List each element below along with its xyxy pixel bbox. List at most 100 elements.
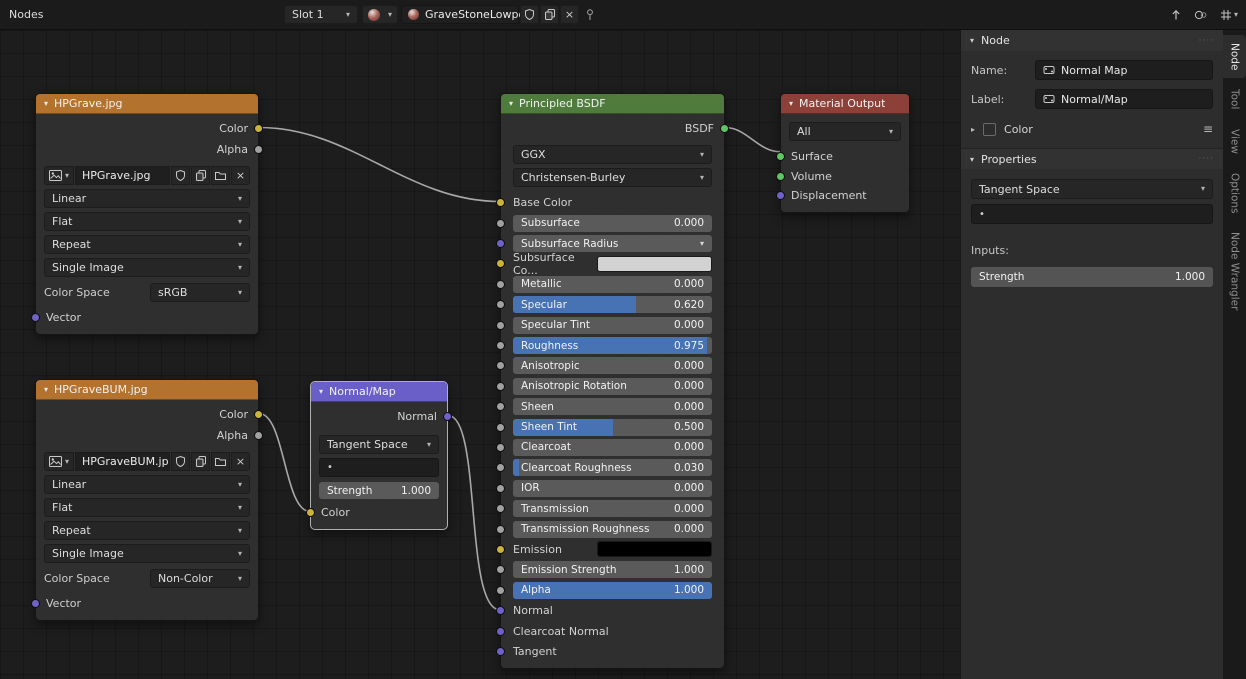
node-image-texture-hpgrave[interactable]: ▾ HPGrave.jpg Color Alpha ▾ HPGrave.jpg …: [31, 93, 263, 335]
collapse-icon[interactable]: ▾: [319, 387, 323, 396]
uv-map-field[interactable]: •: [319, 458, 439, 477]
open-image-button[interactable]: [211, 166, 230, 185]
collapse-icon[interactable]: ▾: [509, 99, 513, 108]
color-space-select[interactable]: sRGB ▾: [150, 283, 250, 302]
interpolation-select[interactable]: Linear ▾: [44, 475, 250, 494]
image-browser-button[interactable]: ▾: [44, 452, 74, 471]
slider-anisotropic-rotation[interactable]: Anisotropic Rotation 0.000: [513, 377, 712, 395]
metallic-input-socket[interactable]: [496, 279, 505, 289]
node-header[interactable]: ▾ HPGrave.jpg: [36, 94, 258, 114]
emission-input-socket[interactable]: [496, 544, 505, 554]
emission-strength-input-socket[interactable]: [496, 565, 505, 575]
uv-map-field-sidebar[interactable]: •: [971, 204, 1213, 224]
sidebar-tab-node[interactable]: Node: [1223, 35, 1246, 79]
unlink-image-button[interactable]: ×: [231, 166, 250, 185]
extension-select[interactable]: Repeat ▾: [44, 235, 250, 254]
color-space-select[interactable]: Non-Color ▾: [150, 569, 250, 588]
node-header[interactable]: ▾ HPGraveBUM.jpg: [36, 380, 258, 400]
slider-subsurface[interactable]: Subsurface 0.000: [513, 214, 712, 232]
color-output-socket[interactable]: [254, 124, 263, 133]
node-header[interactable]: ▾ Normal/Map: [311, 382, 447, 402]
sidebar-tab-options[interactable]: Options: [1223, 165, 1246, 222]
transmission-roughness-input-socket[interactable]: [496, 524, 505, 534]
slider-metallic[interactable]: Metallic 0.000: [513, 275, 712, 293]
roughness-input-socket[interactable]: [496, 341, 505, 351]
alpha-output-socket[interactable]: [254, 145, 263, 154]
presets-icon[interactable]: ≡: [1203, 122, 1213, 136]
slider-sheen[interactable]: Sheen 0.000: [513, 398, 712, 416]
clearcoat-roughness-input-socket[interactable]: [496, 463, 505, 473]
arrow-up-icon[interactable]: [1170, 9, 1182, 21]
subsurface-method-select[interactable]: Christensen-Burley ▾: [513, 168, 712, 187]
fake-user-button[interactable]: [520, 5, 539, 24]
normal-input-socket[interactable]: [496, 606, 505, 616]
tangent-input-socket[interactable]: [496, 646, 505, 656]
slider-sheen-tint[interactable]: Sheen Tint 0.500: [513, 418, 712, 436]
node-principled-bsdf[interactable]: ▾ Principled BSDF BSDF GGX ▾ Christensen-…: [496, 93, 729, 669]
slider-clearcoat[interactable]: Clearcoat 0.000: [513, 438, 712, 456]
sheen-tint-input-socket[interactable]: [496, 422, 505, 432]
sheen-input-socket[interactable]: [496, 402, 505, 412]
interpolation-select[interactable]: Linear ▾: [44, 189, 250, 208]
collapse-icon[interactable]: ▾: [970, 155, 974, 164]
displacement-input-socket[interactable]: [776, 191, 785, 201]
slider-specular-tint[interactable]: Specular Tint 0.000: [513, 316, 712, 334]
anisotropic-rotation-input-socket[interactable]: [496, 381, 505, 391]
specular-tint-input-socket[interactable]: [496, 320, 505, 330]
slider-ior[interactable]: IOR 0.000: [513, 479, 712, 497]
node-color-checkbox[interactable]: [983, 122, 997, 136]
slider-emission-strength[interactable]: Emission Strength 1.000: [513, 561, 712, 579]
slider-roughness[interactable]: Roughness 0.975: [513, 337, 712, 355]
slider-alpha[interactable]: Alpha 1.000: [513, 581, 712, 599]
ior-input-socket[interactable]: [496, 483, 505, 493]
collapse-icon[interactable]: ▾: [970, 36, 974, 45]
node-normal-map[interactable]: ▾ Normal/Map Normal Tangent Space ▾ • Str…: [306, 381, 452, 530]
panel-grip[interactable]: ····: [1199, 154, 1214, 164]
node-header[interactable]: ▾ Principled BSDF: [501, 94, 724, 114]
duplicate-material-button[interactable]: [540, 5, 559, 24]
slider-specular[interactable]: Specular 0.620: [513, 296, 712, 314]
slider-clearcoat-roughness[interactable]: Clearcoat Roughness 0.030: [513, 459, 712, 477]
normal-output-socket[interactable]: [443, 412, 452, 421]
strength-slider-sidebar[interactable]: Strength 1.000: [971, 267, 1213, 287]
image-name-field[interactable]: HPGraveBUM.jpg: [75, 452, 170, 471]
slider-transmission-roughness[interactable]: Transmission Roughness 0.000: [513, 520, 712, 538]
subsurface-co-input-socket[interactable]: [496, 259, 505, 269]
slider-transmission[interactable]: Transmission 0.000: [513, 500, 712, 518]
collapse-icon[interactable]: ▾: [44, 99, 48, 108]
space-select-sidebar[interactable]: Tangent Space ▾: [971, 179, 1213, 199]
subsurface-input-socket[interactable]: [496, 218, 505, 228]
slot-selector[interactable]: Slot 1 ▾: [284, 5, 358, 24]
source-select[interactable]: Single Image ▾: [44, 544, 250, 563]
clearcoat-normal-input-socket[interactable]: [496, 626, 505, 636]
volume-input-socket[interactable]: [776, 171, 785, 181]
image-browser-button[interactable]: ▾: [44, 166, 74, 185]
color-output-socket[interactable]: [254, 410, 263, 419]
dropdown-subsurface-radius[interactable]: Subsurface Radius ▾: [513, 235, 712, 253]
color-swatch-subsurface-co[interactable]: [597, 255, 712, 272]
node-image-texture-hpgravebum[interactable]: ▾ HPGraveBUM.jpg Color Alpha ▾ HPGraveBU…: [31, 379, 263, 621]
duplicate-image-button[interactable]: [191, 452, 210, 471]
vector-input-socket[interactable]: [31, 313, 40, 322]
clearcoat-input-socket[interactable]: [496, 442, 505, 452]
panel-properties-header[interactable]: ▾ Properties ····: [961, 148, 1223, 169]
panel-grip[interactable]: ····: [1199, 36, 1214, 46]
extension-select[interactable]: Repeat ▾: [44, 521, 250, 540]
transmission-input-socket[interactable]: [496, 504, 505, 514]
color-swatch-emission[interactable]: [597, 541, 712, 558]
projection-select[interactable]: Flat ▾: [44, 212, 250, 231]
unlink-image-button[interactable]: ×: [231, 452, 250, 471]
node-label-field[interactable]: Normal/Map: [1035, 89, 1213, 109]
space-select[interactable]: Tangent Space ▾: [319, 435, 439, 454]
strength-slider[interactable]: Strength 1.000: [319, 482, 439, 499]
snap-grid-icon[interactable]: ▾: [1220, 9, 1238, 21]
sidebar-tab-node-wrangler[interactable]: Node Wrangler: [1223, 224, 1246, 318]
unlink-material-button[interactable]: ×: [560, 5, 579, 24]
sidebar-tab-view[interactable]: View: [1223, 121, 1246, 162]
panel-node-header[interactable]: ▾ Node ····: [961, 30, 1223, 51]
open-image-button[interactable]: [211, 452, 230, 471]
duplicate-image-button[interactable]: [191, 166, 210, 185]
node-material-output[interactable]: ▾ Material Output All ▾ Surface Volume D…: [776, 93, 910, 213]
slider-anisotropic[interactable]: Anisotropic 0.000: [513, 357, 712, 375]
anisotropic-input-socket[interactable]: [496, 361, 505, 371]
